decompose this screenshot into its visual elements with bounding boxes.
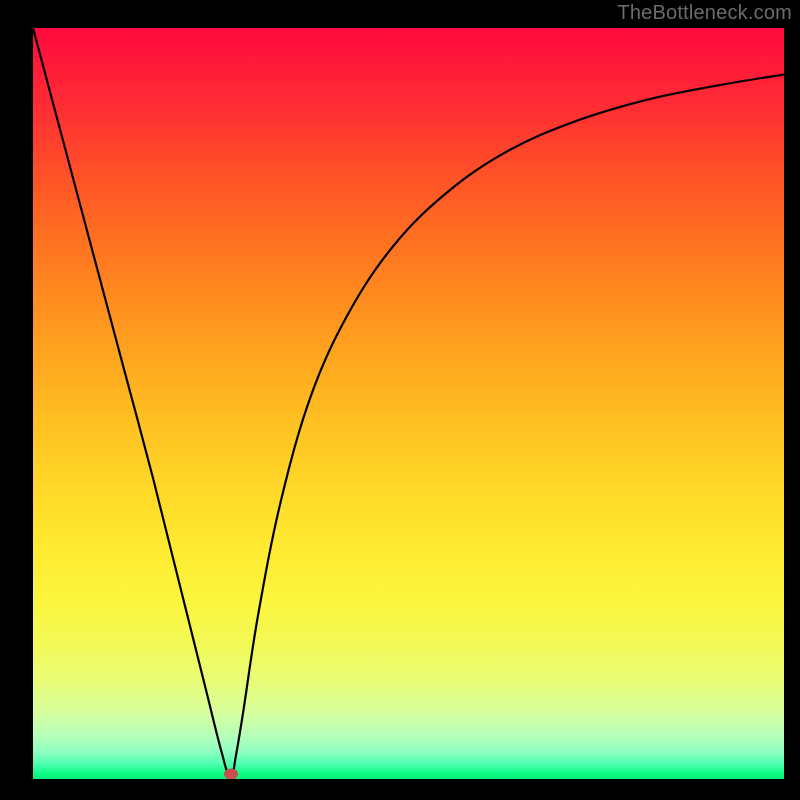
plot-area bbox=[33, 28, 784, 779]
optimum-marker bbox=[224, 769, 238, 779]
chart-frame: TheBottleneck.com bbox=[0, 0, 800, 800]
bottleneck-curve bbox=[33, 28, 784, 779]
curve-svg bbox=[33, 28, 784, 779]
watermark-text: TheBottleneck.com bbox=[617, 2, 792, 25]
